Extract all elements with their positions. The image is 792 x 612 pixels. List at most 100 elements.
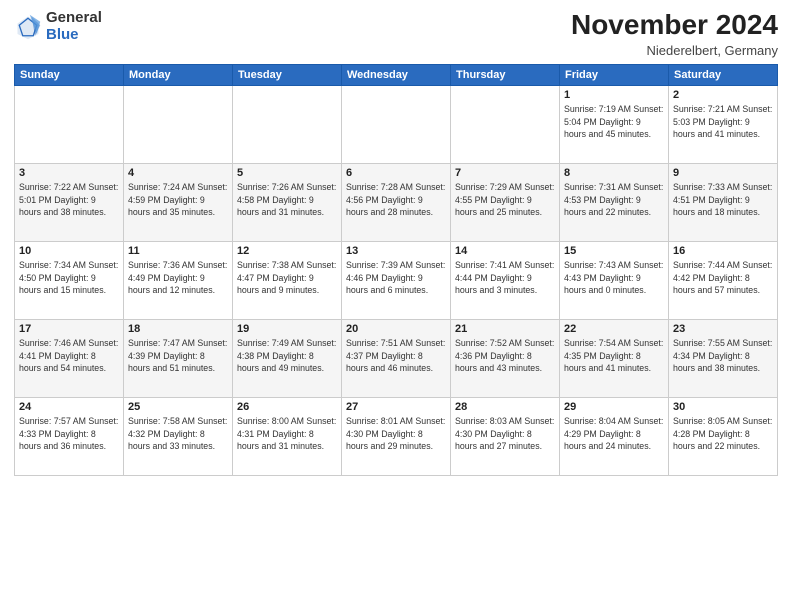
calendar-cell-4-4: 28 Sunrise: 8:03 AM Sunset: 4:30 PM Dayli… <box>451 397 560 475</box>
day-number: 12 <box>237 245 337 257</box>
day-number: 5 <box>237 167 337 179</box>
day-info: Sunrise: 7:31 AM Sunset: 4:53 PM Dayligh… <box>564 181 664 219</box>
calendar-cell-4-3: 27 Sunrise: 8:01 AM Sunset: 4:30 PM Dayli… <box>342 397 451 475</box>
week-row-4: 24 Sunrise: 7:57 AM Sunset: 4:33 PM Dayli… <box>15 397 778 475</box>
day-number: 1 <box>564 89 664 101</box>
day-number: 19 <box>237 323 337 335</box>
day-number: 15 <box>564 245 664 257</box>
day-info: Sunrise: 7:41 AM Sunset: 4:44 PM Dayligh… <box>455 259 555 297</box>
calendar-cell-2-6: 16Sunrise: 7:44 AM Sunset: 4:42 PM Dayli… <box>669 241 778 319</box>
day-info: Sunrise: 7:57 AM Sunset: 4:33 PM Dayligh… <box>19 415 119 453</box>
week-row-1: 3 Sunrise: 7:22 AM Sunset: 5:01 PM Daylig… <box>15 163 778 241</box>
day-info: Sunrise: 7:47 AM Sunset: 4:39 PM Dayligh… <box>128 337 228 375</box>
calendar-cell-3-4: 21 Sunrise: 7:52 AM Sunset: 4:36 PM Dayli… <box>451 319 560 397</box>
day-info: Sunrise: 7:46 AM Sunset: 4:41 PM Dayligh… <box>19 337 119 375</box>
calendar-cell-3-3: 20 Sunrise: 7:51 AM Sunset: 4:37 PM Dayli… <box>342 319 451 397</box>
calendar-cell-4-5: 29 Sunrise: 8:04 AM Sunset: 4:29 PM Dayli… <box>560 397 669 475</box>
day-info: Sunrise: 7:36 AM Sunset: 4:49 PM Dayligh… <box>128 259 228 297</box>
calendar-cell-0-2 <box>233 85 342 163</box>
day-info: Sunrise: 7:22 AM Sunset: 5:01 PM Dayligh… <box>19 181 119 219</box>
weekday-header-thursday: Thursday <box>451 64 560 85</box>
day-info: Sunrise: 7:54 AM Sunset: 4:35 PM Dayligh… <box>564 337 664 375</box>
day-info: Sunrise: 8:04 AM Sunset: 4:29 PM Dayligh… <box>564 415 664 453</box>
calendar-cell-4-6: 30 Sunrise: 8:05 AM Sunset: 4:28 PM Dayli… <box>669 397 778 475</box>
day-info: Sunrise: 7:44 AM Sunset: 4:42 PM Dayligh… <box>673 259 773 297</box>
calendar-cell-0-5: 1 Sunrise: 7:19 AM Sunset: 5:04 PM Daylig… <box>560 85 669 163</box>
calendar-cell-4-1: 25Sunrise: 7:58 AM Sunset: 4:32 PM Dayli… <box>124 397 233 475</box>
day-info: Sunrise: 7:55 AM Sunset: 4:34 PM Dayligh… <box>673 337 773 375</box>
calendar-cell-3-1: 18Sunrise: 7:47 AM Sunset: 4:39 PM Dayli… <box>124 319 233 397</box>
day-number: 11 <box>128 245 228 257</box>
calendar-table: SundayMondayTuesdayWednesdayThursdayFrid… <box>14 64 778 476</box>
calendar-cell-1-2: 5 Sunrise: 7:26 AM Sunset: 4:58 PM Daylig… <box>233 163 342 241</box>
day-number: 22 <box>564 323 664 335</box>
day-number: 26 <box>237 401 337 413</box>
day-number: 25 <box>128 401 228 413</box>
week-row-2: 10 Sunrise: 7:34 AM Sunset: 4:50 PM Dayli… <box>15 241 778 319</box>
day-number: 4 <box>128 167 228 179</box>
day-info: Sunrise: 7:21 AM Sunset: 5:03 PM Dayligh… <box>673 103 773 141</box>
month-title: November 2024 <box>571 10 778 41</box>
calendar-cell-2-4: 14Sunrise: 7:41 AM Sunset: 4:44 PM Dayli… <box>451 241 560 319</box>
calendar-cell-4-2: 26 Sunrise: 8:00 AM Sunset: 4:31 PM Dayli… <box>233 397 342 475</box>
day-number: 29 <box>564 401 664 413</box>
day-info: Sunrise: 7:34 AM Sunset: 4:50 PM Dayligh… <box>19 259 119 297</box>
day-number: 9 <box>673 167 773 179</box>
day-number: 23 <box>673 323 773 335</box>
day-number: 24 <box>19 401 119 413</box>
calendar-cell-1-5: 8Sunrise: 7:31 AM Sunset: 4:53 PM Daylig… <box>560 163 669 241</box>
weekday-header-row: SundayMondayTuesdayWednesdayThursdayFrid… <box>15 64 778 85</box>
title-area: November 2024 Niederelbert, Germany <box>571 10 778 58</box>
logo-blue-text: Blue <box>46 27 102 44</box>
day-info: Sunrise: 7:51 AM Sunset: 4:37 PM Dayligh… <box>346 337 446 375</box>
day-number: 10 <box>19 245 119 257</box>
weekday-header-wednesday: Wednesday <box>342 64 451 85</box>
day-number: 13 <box>346 245 446 257</box>
logo-text: General Blue <box>46 10 102 43</box>
week-row-3: 17Sunrise: 7:46 AM Sunset: 4:41 PM Dayli… <box>15 319 778 397</box>
week-row-0: 1 Sunrise: 7:19 AM Sunset: 5:04 PM Daylig… <box>15 85 778 163</box>
day-info: Sunrise: 7:29 AM Sunset: 4:55 PM Dayligh… <box>455 181 555 219</box>
day-info: Sunrise: 7:33 AM Sunset: 4:51 PM Dayligh… <box>673 181 773 219</box>
calendar-cell-2-3: 13 Sunrise: 7:39 AM Sunset: 4:46 PM Dayli… <box>342 241 451 319</box>
day-number: 21 <box>455 323 555 335</box>
calendar-cell-0-3 <box>342 85 451 163</box>
calendar-cell-4-0: 24 Sunrise: 7:57 AM Sunset: 4:33 PM Dayli… <box>15 397 124 475</box>
location: Niederelbert, Germany <box>571 43 778 58</box>
weekday-header-saturday: Saturday <box>669 64 778 85</box>
day-info: Sunrise: 7:28 AM Sunset: 4:56 PM Dayligh… <box>346 181 446 219</box>
day-number: 28 <box>455 401 555 413</box>
day-info: Sunrise: 8:00 AM Sunset: 4:31 PM Dayligh… <box>237 415 337 453</box>
calendar-cell-0-1 <box>124 85 233 163</box>
logo-icon <box>14 13 42 41</box>
day-number: 20 <box>346 323 446 335</box>
day-info: Sunrise: 8:03 AM Sunset: 4:30 PM Dayligh… <box>455 415 555 453</box>
day-info: Sunrise: 7:38 AM Sunset: 4:47 PM Dayligh… <box>237 259 337 297</box>
day-info: Sunrise: 7:19 AM Sunset: 5:04 PM Dayligh… <box>564 103 664 141</box>
day-info: Sunrise: 7:52 AM Sunset: 4:36 PM Dayligh… <box>455 337 555 375</box>
calendar-cell-3-0: 17Sunrise: 7:46 AM Sunset: 4:41 PM Dayli… <box>15 319 124 397</box>
calendar-cell-0-4 <box>451 85 560 163</box>
calendar-cell-1-6: 9 Sunrise: 7:33 AM Sunset: 4:51 PM Daylig… <box>669 163 778 241</box>
day-info: Sunrise: 7:39 AM Sunset: 4:46 PM Dayligh… <box>346 259 446 297</box>
day-info: Sunrise: 7:43 AM Sunset: 4:43 PM Dayligh… <box>564 259 664 297</box>
day-number: 30 <box>673 401 773 413</box>
weekday-header-sunday: Sunday <box>15 64 124 85</box>
day-number: 2 <box>673 89 773 101</box>
weekday-header-tuesday: Tuesday <box>233 64 342 85</box>
day-number: 6 <box>346 167 446 179</box>
day-number: 3 <box>19 167 119 179</box>
weekday-header-monday: Monday <box>124 64 233 85</box>
day-number: 27 <box>346 401 446 413</box>
calendar-cell-2-2: 12 Sunrise: 7:38 AM Sunset: 4:47 PM Dayli… <box>233 241 342 319</box>
page: General Blue November 2024 Niederelbert,… <box>0 0 792 612</box>
header: General Blue November 2024 Niederelbert,… <box>14 10 778 58</box>
day-info: Sunrise: 8:01 AM Sunset: 4:30 PM Dayligh… <box>346 415 446 453</box>
calendar-cell-1-0: 3 Sunrise: 7:22 AM Sunset: 5:01 PM Daylig… <box>15 163 124 241</box>
day-info: Sunrise: 8:05 AM Sunset: 4:28 PM Dayligh… <box>673 415 773 453</box>
calendar-cell-3-5: 22 Sunrise: 7:54 AM Sunset: 4:35 PM Dayli… <box>560 319 669 397</box>
calendar-cell-2-5: 15 Sunrise: 7:43 AM Sunset: 4:43 PM Dayli… <box>560 241 669 319</box>
logo: General Blue <box>14 10 102 43</box>
day-info: Sunrise: 7:26 AM Sunset: 4:58 PM Dayligh… <box>237 181 337 219</box>
calendar-cell-1-3: 6 Sunrise: 7:28 AM Sunset: 4:56 PM Daylig… <box>342 163 451 241</box>
